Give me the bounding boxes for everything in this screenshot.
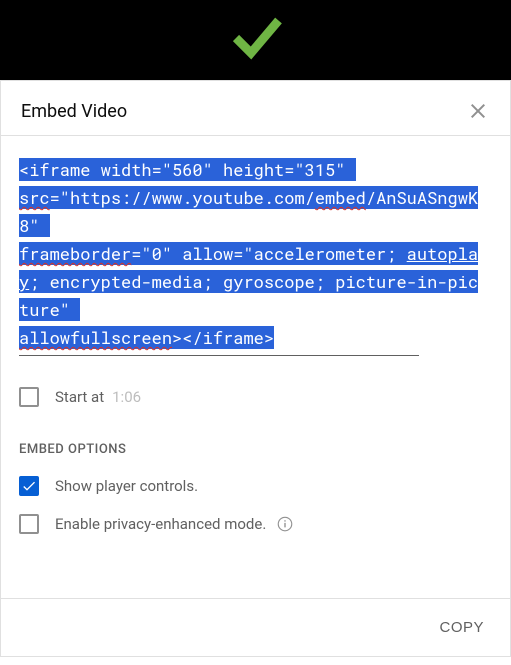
checkmark-icon — [226, 8, 286, 72]
copy-button[interactable]: COPY — [433, 611, 490, 644]
code-underline — [19, 354, 419, 356]
close-icon[interactable] — [466, 99, 490, 123]
top-bar — [0, 0, 511, 80]
code-seg: ="0" allow="accelerometer; — [131, 242, 406, 265]
dialog-footer: COPY — [1, 598, 510, 656]
code-seg: ; encrypted-media; gyroscope; picture-in… — [19, 270, 478, 321]
embed-options-title: EMBED OPTIONS — [19, 442, 480, 457]
privacy-mode-label: Enable privacy-enhanced mode. — [55, 515, 266, 533]
info-icon[interactable] — [276, 515, 294, 533]
dialog-title: Embed Video — [21, 101, 127, 122]
code-seg: frameborder — [19, 242, 131, 265]
embed-code-field[interactable]: <iframe width="560" height="315" src="ht… — [19, 156, 480, 352]
start-at-row: Start at 1:06 — [19, 378, 480, 416]
embed-video-dialog: Embed Video <iframe width="560" height="… — [0, 80, 511, 657]
code-seg: ="https://www.youtube.com/ — [50, 186, 315, 209]
code-seg: <iframe width="560" height="315" — [19, 158, 356, 181]
code-seg: embed — [315, 186, 366, 209]
dialog-body: <iframe width="560" height="315" src="ht… — [1, 136, 510, 598]
show-controls-label: Show player controls. — [55, 477, 198, 495]
dialog-header: Embed Video — [1, 81, 510, 135]
code-seg: allowfullscreen — [19, 326, 172, 349]
privacy-mode-row: Enable privacy-enhanced mode. — [19, 505, 480, 543]
code-seg: ></iframe> — [172, 326, 274, 349]
start-at-label: Start at — [55, 388, 104, 406]
start-at-time[interactable]: 1:06 — [112, 388, 141, 406]
show-controls-row: Show player controls. — [19, 467, 480, 505]
privacy-mode-checkbox[interactable] — [19, 514, 39, 534]
start-at-checkbox[interactable] — [19, 387, 39, 407]
scroll-area[interactable]: <iframe width="560" height="315" src="ht… — [19, 156, 500, 586]
show-controls-checkbox[interactable] — [19, 476, 39, 496]
code-seg: src — [19, 186, 50, 209]
